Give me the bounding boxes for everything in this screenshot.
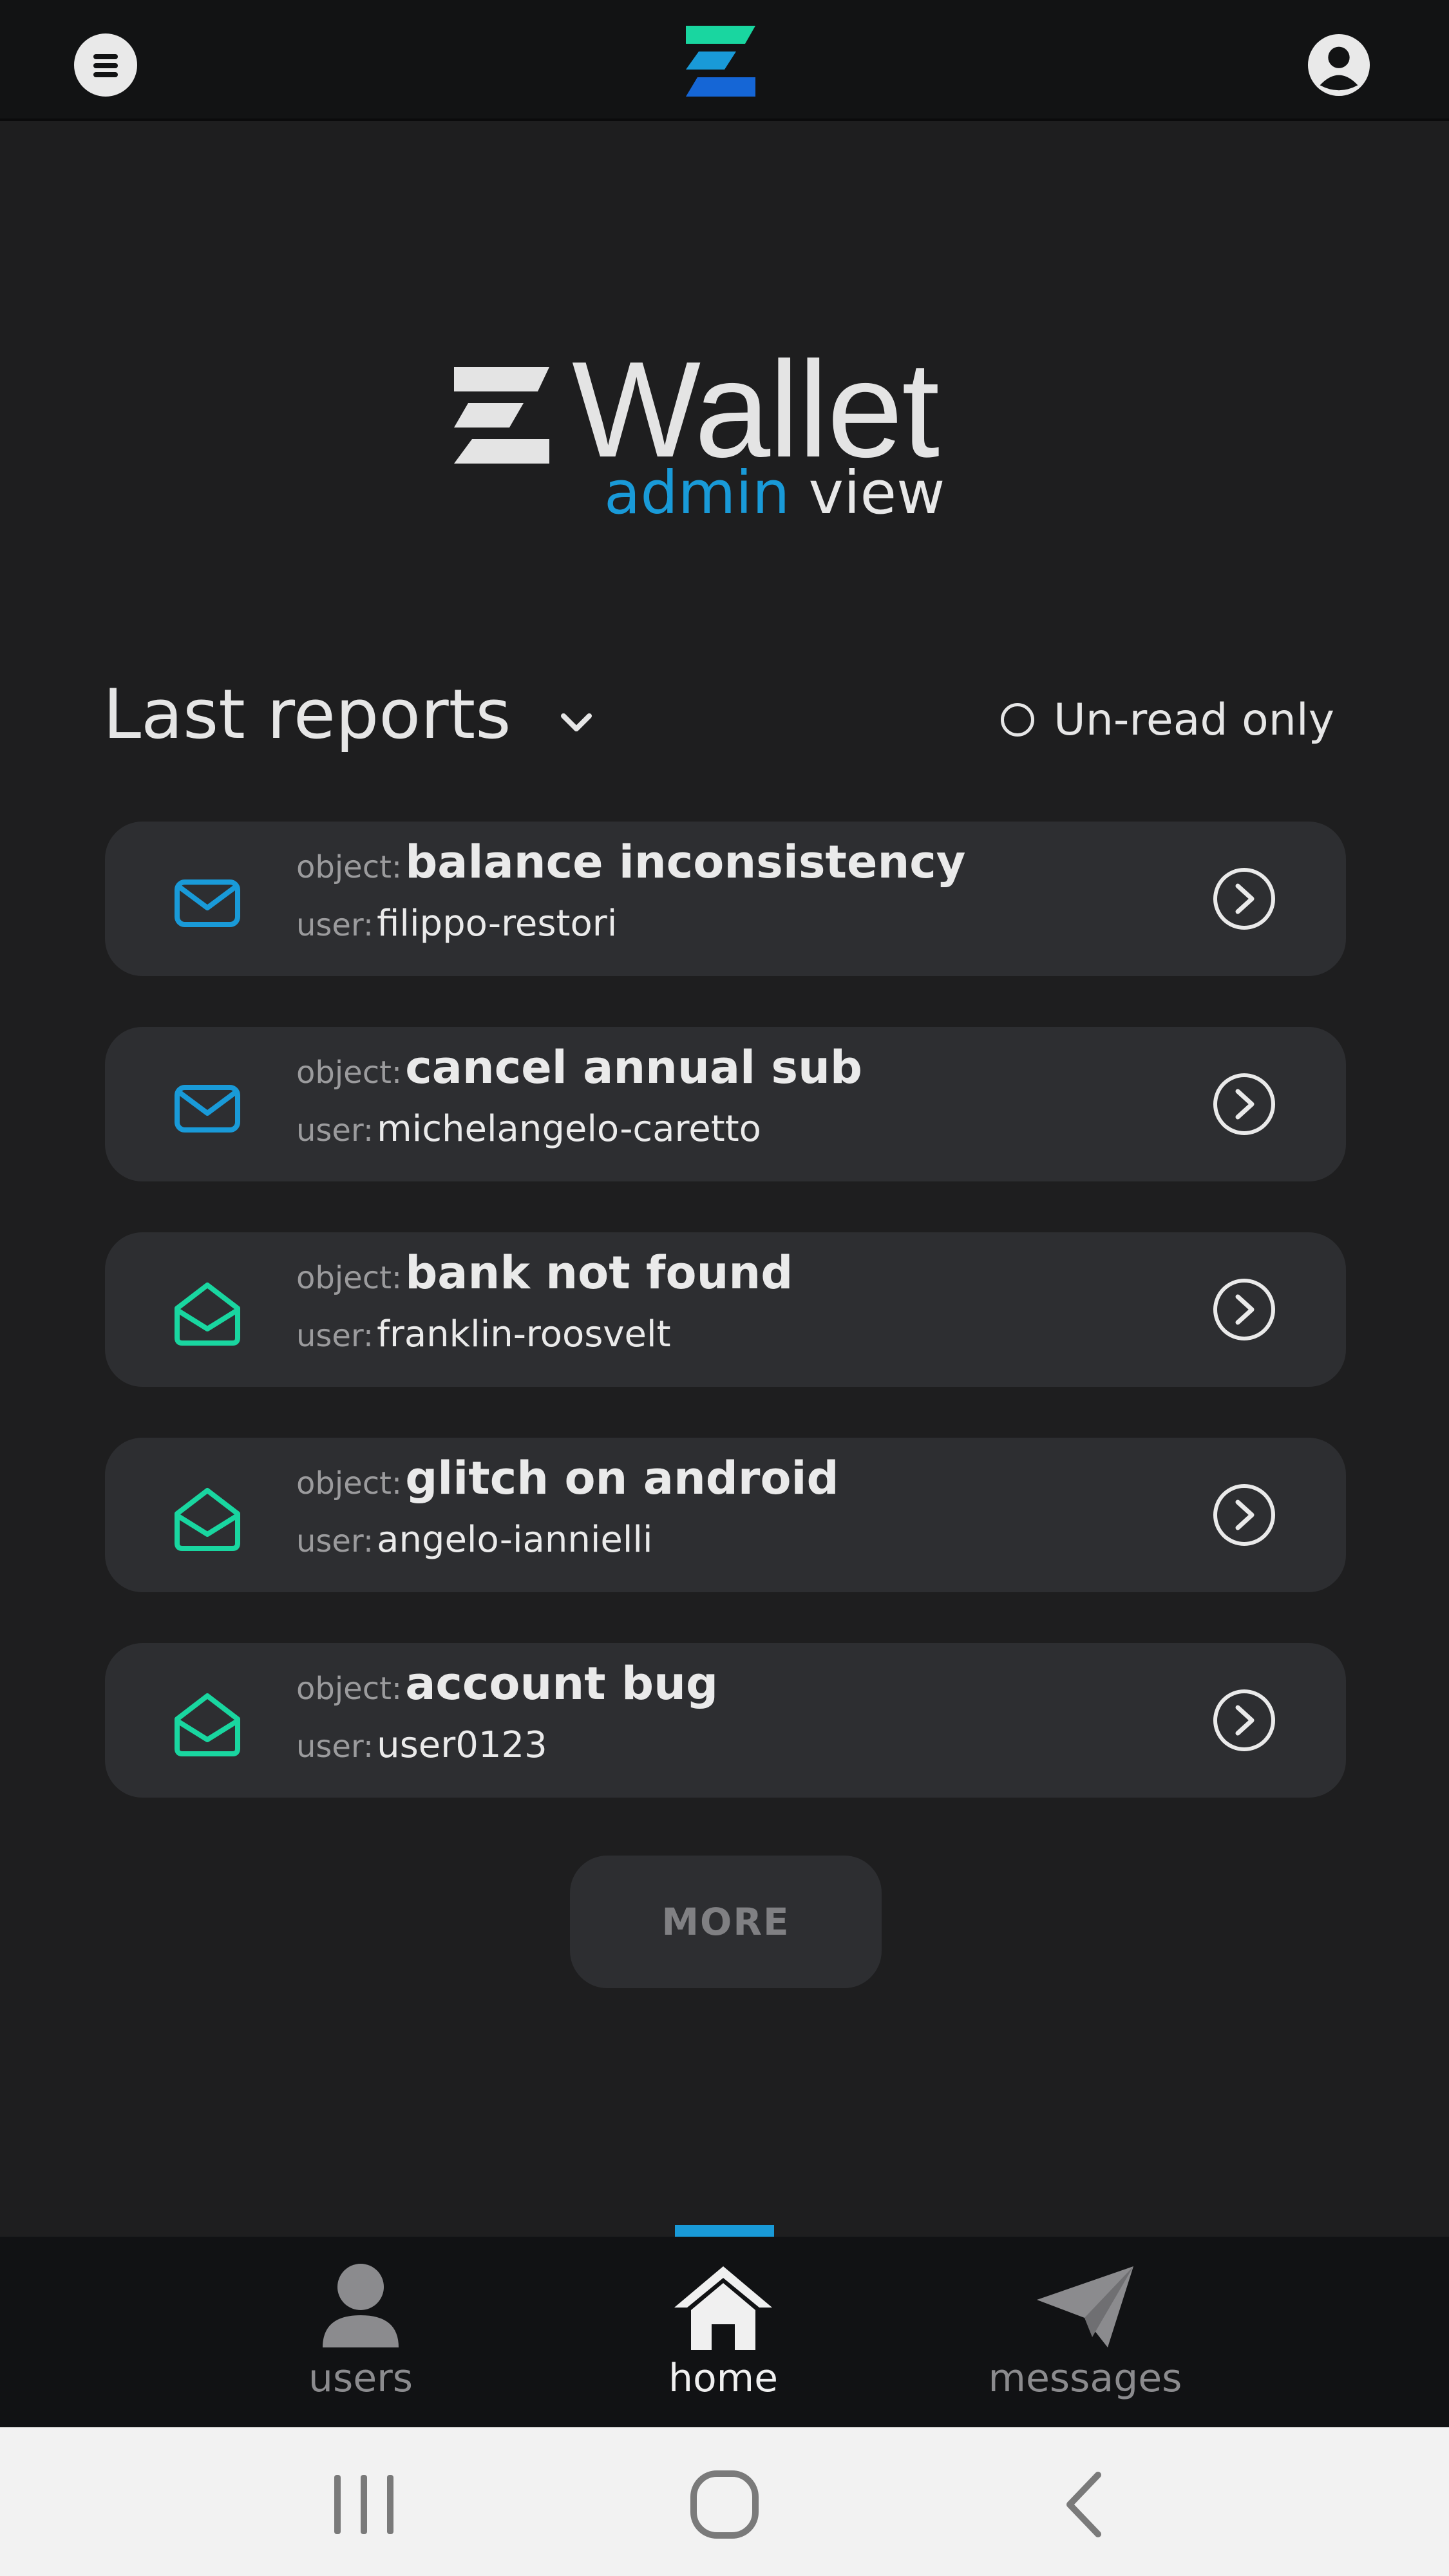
object-key: object: <box>296 1260 402 1296</box>
report-card[interactable]: object: bank not found user: franklin-ro… <box>105 1232 1346 1387</box>
report-user: angelo-iannielli <box>377 1519 653 1561</box>
object-key: object: <box>296 1055 402 1091</box>
home-icon <box>674 2266 772 2350</box>
unread-label: Un-read only <box>1054 694 1334 746</box>
home-system-icon[interactable] <box>686 2466 763 2543</box>
report-card[interactable]: object: glitch on android user: angelo-i… <box>105 1438 1346 1592</box>
envelope-open-icon <box>175 1488 240 1551</box>
nav-home[interactable]: home <box>620 2237 826 2427</box>
menu-icon[interactable] <box>74 33 137 97</box>
user-icon <box>323 2264 399 2347</box>
paper-plane-icon <box>1037 2266 1133 2347</box>
user-key: user: <box>296 1729 374 1765</box>
report-user: franklin-roosvelt <box>377 1313 671 1355</box>
report-user-line: user: franklin-roosvelt <box>296 1313 671 1355</box>
wallet-logo <box>686 26 755 97</box>
recent-apps-icon[interactable] <box>325 2466 402 2543</box>
top-bar <box>0 0 1449 121</box>
envelope-open-icon <box>175 1283 240 1346</box>
report-user: user0123 <box>377 1724 547 1766</box>
reports-header: Last reports Un-read only <box>103 670 1346 766</box>
report-object-line: object: balance inconsistency <box>296 836 965 888</box>
object-key: object: <box>296 849 402 885</box>
report-user-line: user: user0123 <box>296 1724 547 1766</box>
unread-radio[interactable] <box>1001 703 1034 737</box>
user-key: user: <box>296 1318 374 1354</box>
report-object: account bug <box>405 1657 719 1710</box>
system-nav-bar <box>0 2427 1449 2576</box>
object-key: object: <box>296 1671 402 1707</box>
more-button[interactable]: MORE <box>570 1856 882 1988</box>
bottom-nav: users home messages <box>0 2237 1449 2427</box>
report-object: cancel annual sub <box>405 1041 863 1094</box>
chevron-down-icon[interactable] <box>557 703 596 742</box>
user-key: user: <box>296 1523 374 1559</box>
brand-header: Wallet admin view <box>0 341 1449 541</box>
user-key: user: <box>296 907 374 943</box>
report-user-line: user: angelo-iannielli <box>296 1519 653 1561</box>
report-object-line: object: glitch on android <box>296 1452 839 1505</box>
user-key: user: <box>296 1113 374 1149</box>
report-object-line: object: bank not found <box>296 1246 793 1299</box>
report-object: balance inconsistency <box>405 836 966 888</box>
wallet-brand-logo <box>454 367 549 464</box>
nav-users-label: users <box>308 2356 413 2401</box>
arrow-right-circle-icon[interactable] <box>1212 1072 1276 1136</box>
report-card[interactable]: object: balance inconsistency user: fili… <box>105 822 1346 976</box>
report-object-line: object: cancel annual sub <box>296 1041 862 1094</box>
brand-sub-rest: view <box>790 458 945 527</box>
report-card[interactable]: object: cancel annual sub user: michelan… <box>105 1027 1346 1181</box>
report-user-line: user: michelangelo-caretto <box>296 1108 761 1150</box>
report-user-line: user: filippo-restori <box>296 903 617 945</box>
brand-subtitle: admin view <box>604 464 945 523</box>
profile-icon[interactable] <box>1307 33 1370 97</box>
envelope-open-icon <box>175 1693 240 1756</box>
nav-users[interactable]: users <box>258 2237 464 2427</box>
arrow-right-circle-icon[interactable] <box>1212 867 1276 931</box>
unread-only-toggle[interactable]: Un-read only <box>1001 688 1334 752</box>
arrow-right-circle-icon[interactable] <box>1212 1688 1276 1753</box>
active-tab-indicator <box>675 2225 774 2237</box>
report-list: object: balance inconsistency user: fili… <box>105 822 1346 1848</box>
envelope-closed-icon <box>175 1085 240 1133</box>
report-object-line: object: account bug <box>296 1657 718 1710</box>
arrow-right-circle-icon[interactable] <box>1212 1483 1276 1547</box>
brand-title: Wallet <box>572 333 940 485</box>
arrow-right-circle-icon[interactable] <box>1212 1277 1276 1342</box>
back-icon[interactable] <box>1046 2466 1124 2543</box>
envelope-closed-icon <box>175 879 240 927</box>
section-title[interactable]: Last reports <box>103 670 511 760</box>
report-object: glitch on android <box>405 1452 839 1505</box>
report-card[interactable]: object: account bug user: user0123 <box>105 1643 1346 1798</box>
report-object: bank not found <box>405 1246 793 1299</box>
object-key: object: <box>296 1465 402 1501</box>
report-user: filippo-restori <box>377 903 618 945</box>
report-user: michelangelo-caretto <box>377 1108 761 1150</box>
nav-home-label: home <box>668 2356 779 2401</box>
nav-messages-label: messages <box>988 2356 1182 2401</box>
nav-messages[interactable]: messages <box>982 2237 1188 2427</box>
brand-sub-accent: admin <box>604 458 790 527</box>
